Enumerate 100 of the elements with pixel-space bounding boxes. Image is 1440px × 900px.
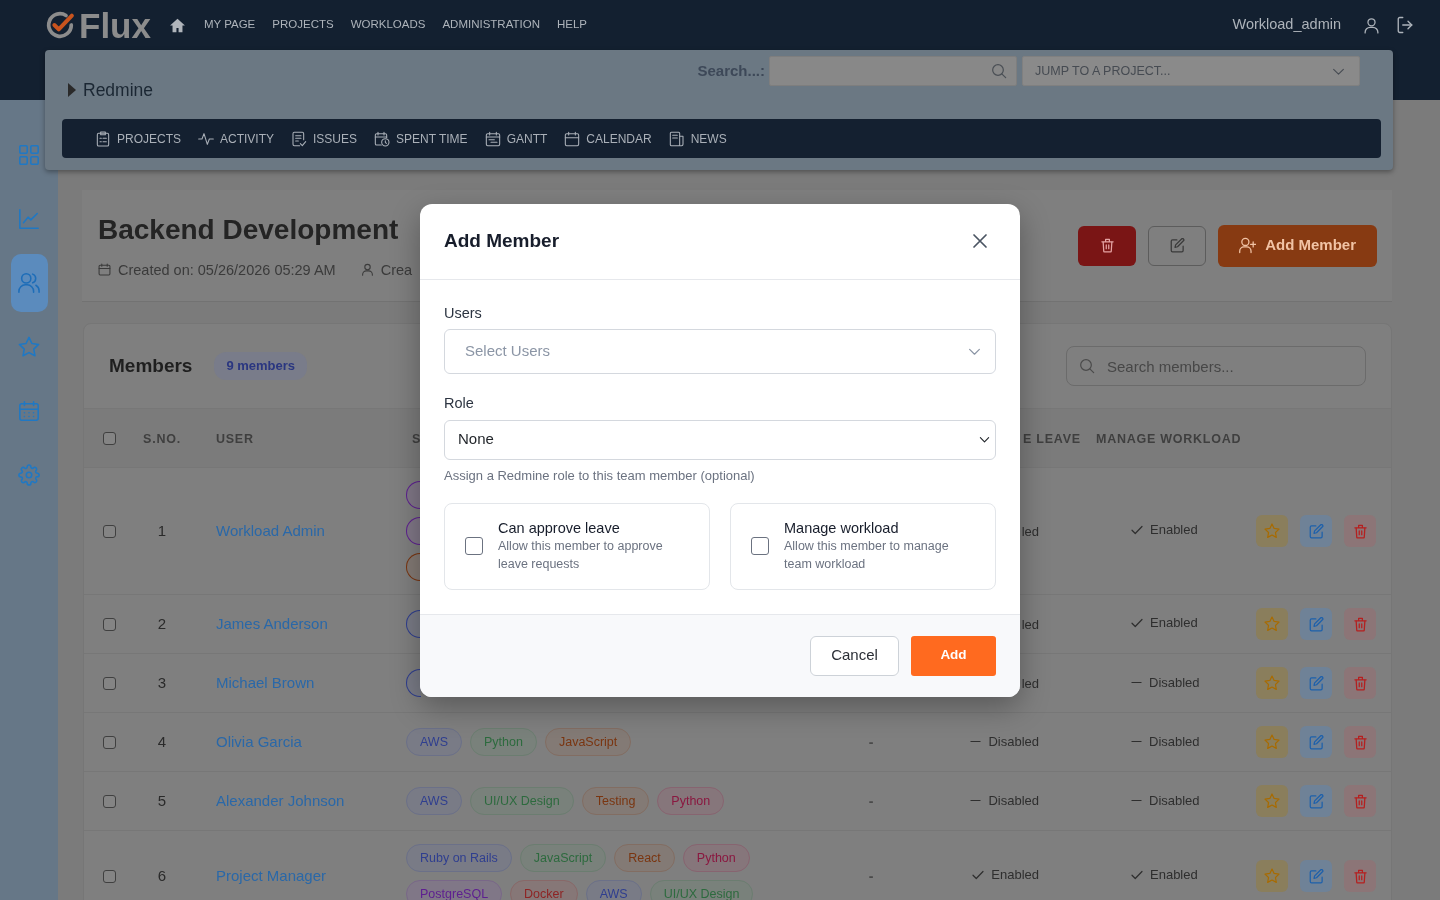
delete-button[interactable] xyxy=(1344,860,1376,892)
skill-tag: AWS xyxy=(585,880,642,900)
skill-tag: UI/UX Design xyxy=(470,787,574,815)
edit-icon xyxy=(1169,238,1185,253)
search-field[interactable]: Search members... xyxy=(1066,346,1366,386)
skill-tag: React xyxy=(614,844,675,872)
caret-icon[interactable] xyxy=(68,83,76,97)
delete-button[interactable] xyxy=(1344,608,1376,640)
star-icon xyxy=(1264,734,1280,750)
logout-icon[interactable] xyxy=(1396,16,1414,34)
nav-link[interactable]: WORKLOADS xyxy=(350,16,426,34)
skill-tag: AWS xyxy=(406,787,462,815)
field-label: Role xyxy=(444,393,475,412)
trash-icon xyxy=(1352,616,1368,632)
search-field[interactable] xyxy=(769,56,1017,86)
document-check-icon xyxy=(291,130,308,147)
edit-button[interactable] xyxy=(1148,225,1207,266)
nav-link[interactable]: ADMINISTRATION xyxy=(442,16,540,34)
edit-button[interactable] xyxy=(1300,667,1332,699)
user-icon[interactable] xyxy=(1363,16,1380,34)
row-checkbox[interactable] xyxy=(103,676,116,690)
edit-icon xyxy=(1308,523,1324,539)
row-checkbox[interactable] xyxy=(103,524,116,538)
row-checkbox[interactable] xyxy=(103,617,116,631)
menu-link[interactable]: SPENT TIME xyxy=(374,129,468,148)
star-icon xyxy=(1264,793,1280,809)
star-icon xyxy=(1264,523,1280,539)
newspaper-icon xyxy=(668,130,685,147)
menu-link[interactable]: ACTIVITY xyxy=(198,129,275,148)
row-checkbox[interactable] xyxy=(103,869,116,883)
add-member-button[interactable]: Add Member xyxy=(1218,224,1377,267)
option-checkbox[interactable] xyxy=(465,537,483,555)
meta-text: Created on: 05/26/2026 05:29 AM xyxy=(118,260,336,280)
logo-icon xyxy=(45,10,75,40)
edit-icon xyxy=(1308,868,1324,884)
delete-button[interactable] xyxy=(1344,667,1376,699)
field-label: Users xyxy=(444,303,483,322)
menu-link[interactable]: GANTT xyxy=(484,129,548,148)
favorite-button[interactable] xyxy=(1256,785,1288,817)
skill-tag: JavaScript xyxy=(519,844,607,872)
star-icon xyxy=(1264,675,1280,691)
cancel-button[interactable]: Cancel xyxy=(810,635,899,676)
status-text: Enabled xyxy=(1150,521,1198,540)
edit-icon xyxy=(1308,793,1324,809)
row-number: 1 xyxy=(157,522,167,539)
user-plus-icon xyxy=(1239,237,1257,254)
row-checkbox[interactable] xyxy=(103,794,116,808)
edit-icon xyxy=(1308,675,1324,691)
status-text: Enabled xyxy=(991,866,1039,885)
delete-button[interactable] xyxy=(1344,515,1376,547)
menu-link[interactable]: NEWS xyxy=(668,129,727,148)
role-select[interactable]: None xyxy=(444,419,996,460)
menu-link[interactable]: ISSUES xyxy=(291,129,358,148)
option-title: Manage workload xyxy=(784,519,900,537)
favorite-button[interactable] xyxy=(1256,860,1288,892)
select-all-checkbox[interactable] xyxy=(103,431,116,445)
favorite-button[interactable] xyxy=(1256,726,1288,758)
row-checkbox[interactable] xyxy=(103,735,116,749)
user-name[interactable]: Workload_admin xyxy=(1232,14,1341,36)
edit-button[interactable] xyxy=(1300,785,1332,817)
nav-link[interactable]: PROJECTS xyxy=(272,16,334,34)
status-text: led xyxy=(1021,675,1039,693)
column-header: S.NO. xyxy=(143,432,181,446)
empty-value: - xyxy=(868,793,874,809)
nav-link[interactable]: HELP xyxy=(556,16,587,34)
calendar-clock-icon xyxy=(374,130,391,147)
status-text: Disabled xyxy=(988,732,1039,751)
star-icon xyxy=(18,336,40,358)
delete-button[interactable] xyxy=(1344,726,1376,758)
edit-button[interactable] xyxy=(1300,860,1332,892)
member-count-badge: 9 members xyxy=(214,352,308,380)
menu-link[interactable]: CALENDAR xyxy=(564,129,652,148)
status-text: Enabled xyxy=(1150,614,1198,633)
search-icon xyxy=(991,63,1007,79)
calendar-icon xyxy=(98,263,111,276)
close-button[interactable] xyxy=(972,233,988,249)
delete-button[interactable] xyxy=(1344,785,1376,817)
edit-button[interactable] xyxy=(1300,726,1332,758)
option-checkbox[interactable] xyxy=(751,537,769,555)
home-icon[interactable] xyxy=(168,16,186,34)
favorite-button[interactable] xyxy=(1256,608,1288,640)
sidebar-button[interactable] xyxy=(10,254,48,312)
favorite-button[interactable] xyxy=(1256,515,1288,547)
project-title: Backend Development xyxy=(98,212,399,247)
edit-button[interactable] xyxy=(1300,608,1332,640)
logo-link[interactable]: Flux xyxy=(45,7,151,43)
calendar-list-icon xyxy=(484,130,501,147)
status-text: led xyxy=(1021,523,1039,541)
nav-link[interactable]: MY PAGE xyxy=(203,16,256,34)
skill-tag: JavaScript xyxy=(544,728,632,756)
favorite-button[interactable] xyxy=(1256,667,1288,699)
members-title: Members xyxy=(109,353,193,378)
menu-link[interactable]: PROJECTS xyxy=(95,129,181,148)
row-number: 5 xyxy=(157,792,167,809)
edit-button[interactable] xyxy=(1300,515,1332,547)
clipboard-icon xyxy=(95,130,111,147)
delete-button[interactable] xyxy=(1078,225,1137,266)
trash-icon xyxy=(1352,675,1368,691)
row-number: 2 xyxy=(157,615,167,632)
edit-icon xyxy=(1308,734,1324,750)
